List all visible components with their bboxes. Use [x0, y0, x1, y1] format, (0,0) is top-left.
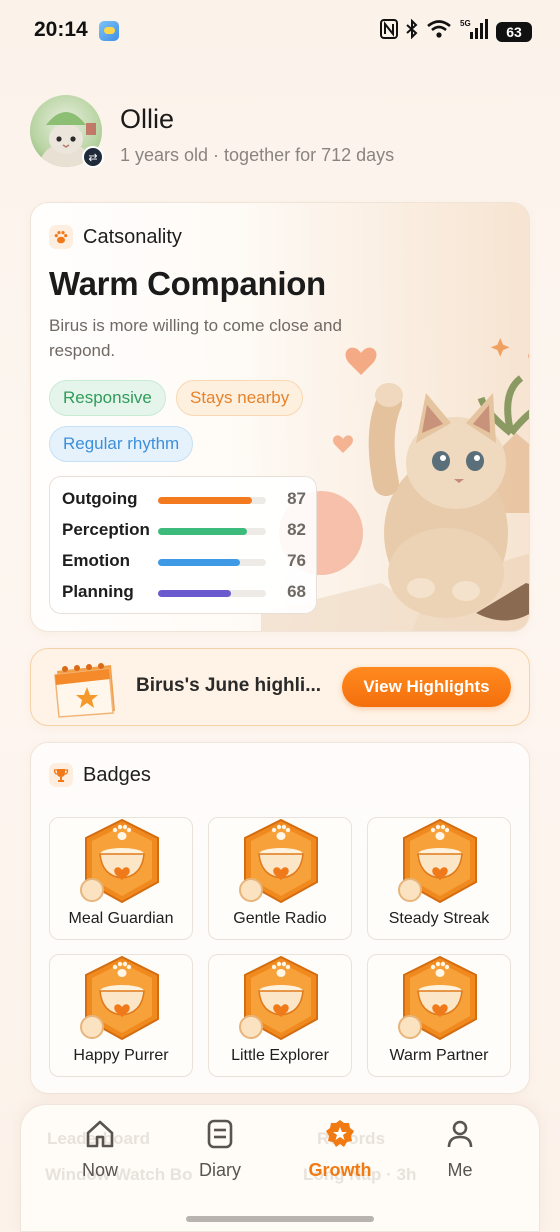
badge-item[interactable]: Little Explorer — [208, 954, 352, 1077]
stat-label: Planning — [62, 582, 134, 601]
stat-label: Outgoing — [62, 489, 138, 508]
pet-bowl-badge-icon — [239, 956, 318, 1040]
nav-now[interactable]: Now — [55, 1118, 145, 1188]
nav-label: Diary — [198, 1160, 241, 1180]
weather-icon — [99, 21, 119, 41]
pet-profile-header[interactable]: ⇄ Ollie 1 years old · together for 712 d… — [30, 95, 530, 171]
highlight-text: Birus's June highli... — [136, 675, 322, 696]
badges-title: Badges — [83, 763, 151, 786]
stat-row: Planning 68 — [62, 582, 306, 604]
nav-growth[interactable]: Growth — [295, 1118, 385, 1188]
network-label: 5G — [460, 19, 471, 28]
switch-pet-icon[interactable]: ⇄ — [82, 146, 104, 168]
stat-bar-fill — [158, 590, 232, 597]
badge-item[interactable]: Happy Purrer — [49, 954, 193, 1077]
stat-bar-fill — [158, 528, 247, 535]
badge-label: Meal Guardian — [68, 910, 174, 927]
pet-bowl-badge-icon — [80, 819, 159, 903]
pet-meta: 1 years old · together for 712 days — [120, 145, 395, 165]
nav-label: Me — [447, 1160, 473, 1180]
profile-icon — [447, 1120, 473, 1148]
personality-description: Birus is more willing to come close and … — [49, 316, 342, 360]
calendar-icon — [54, 663, 115, 718]
badge-item[interactable]: Warm Partner — [367, 954, 511, 1077]
pet-bowl-badge-icon — [239, 819, 318, 903]
badges-header: Badges — [49, 763, 151, 787]
badge-label: Happy Purrer — [73, 1047, 169, 1064]
stat-row: Emotion 76 — [62, 551, 306, 573]
status-bar: 20:14 5G 63 — [0, 0, 560, 62]
stat-bar — [158, 497, 266, 504]
trait-tag: Responsive — [49, 380, 166, 416]
stat-label: Emotion — [62, 551, 130, 570]
nav-label: Growth — [308, 1160, 372, 1180]
diary-icon — [207, 1119, 233, 1149]
stat-bar — [158, 590, 266, 597]
status-time: 20:14 — [34, 18, 88, 41]
stat-label: Perception — [62, 520, 150, 539]
stat-bar — [158, 528, 266, 535]
home-icon — [86, 1120, 114, 1148]
stat-bar — [158, 559, 266, 566]
badge-label: Little Explorer — [231, 1047, 329, 1064]
badges-card: Badges Meal Guardian Gentle Radio Steady… — [30, 742, 530, 1094]
paw-icon — [49, 225, 73, 249]
wifi-icon — [426, 19, 452, 44]
status-icons: 5G 63 — [380, 18, 532, 45]
nav-me[interactable]: Me — [415, 1118, 505, 1188]
view-highlights-button[interactable]: View Highlights — [342, 667, 511, 707]
badge-item[interactable]: Gentle Radio — [208, 817, 352, 940]
pet-bowl-badge-icon — [398, 819, 477, 903]
battery-indicator: 63 — [496, 21, 532, 42]
pet-bowl-badge-icon — [80, 956, 159, 1040]
trait-tag: Regular rhythm — [49, 426, 194, 462]
stat-value: 82 — [287, 520, 306, 539]
nav-label: Now — [81, 1160, 118, 1180]
cellular-signal-icon: 5G — [460, 18, 488, 45]
trait-tag: Stays nearby — [176, 380, 304, 416]
personality-headline: Warm Companion — [49, 265, 326, 302]
stat-value: 76 — [287, 551, 306, 570]
stat-row: Perception 82 — [62, 520, 306, 542]
catsonality-card[interactable]: Catsonality Warm Companion Birus is more… — [30, 202, 530, 632]
badge-label: Steady Streak — [388, 910, 490, 927]
badge-label: Warm Partner — [389, 1047, 489, 1064]
stat-row: Outgoing 87 — [62, 489, 306, 511]
badge-item[interactable]: Steady Streak — [367, 817, 511, 940]
badge-item[interactable]: Meal Guardian — [49, 817, 193, 940]
stat-bar-fill — [158, 497, 252, 504]
personality-stats-panel: Outgoing 87 Perception 82 Emotion 76 Pla… — [49, 476, 317, 614]
monthly-highlight-card[interactable]: Birus's June highli... View Highlights — [30, 648, 530, 726]
nav-diary[interactable]: Diary — [175, 1118, 265, 1188]
stat-value: 68 — [287, 582, 306, 601]
pet-bowl-badge-icon — [398, 956, 477, 1040]
nfc-icon — [380, 19, 398, 44]
badge-label: Gentle Radio — [233, 910, 327, 927]
pet-name: Ollie — [120, 104, 175, 134]
growth-badge-icon — [326, 1120, 354, 1147]
trophy-icon — [49, 763, 73, 787]
stat-bar-fill — [158, 559, 241, 566]
catsonality-header: Catsonality — [49, 225, 182, 249]
stat-value: 87 — [287, 489, 306, 508]
catsonality-title: Catsonality — [83, 225, 182, 248]
bluetooth-icon — [406, 18, 418, 44]
home-indicator[interactable] — [186, 1216, 374, 1222]
